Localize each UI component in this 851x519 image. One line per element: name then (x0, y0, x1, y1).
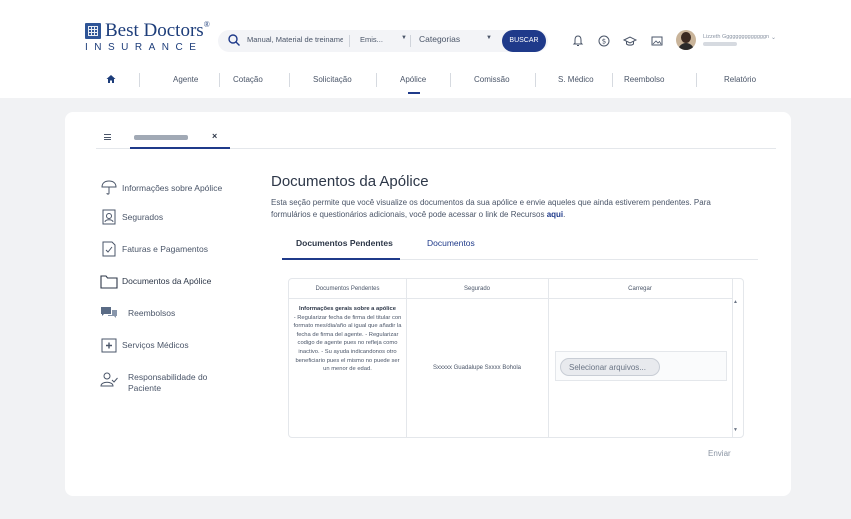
umbrella-icon (101, 180, 117, 195)
nav-item-comissao[interactable]: Comissão (474, 66, 510, 94)
document-tabs: Documentos Pendentes Documentos (282, 236, 758, 260)
user-check-icon (100, 372, 118, 387)
column-header-upload: Carregar (548, 279, 732, 299)
nav-item-cotacao[interactable]: Cotação (233, 66, 263, 94)
main-nav: Agente Cotação Solicitação Apólice Comis… (0, 66, 851, 94)
send-button[interactable]: Enviar (708, 449, 731, 458)
column-divider (548, 279, 549, 437)
dollar-icon[interactable]: $ (596, 33, 612, 49)
sidebar-item-label: Documentos da Apólice (122, 276, 212, 286)
search-divider (410, 35, 411, 47)
sidebar-item-patient-responsibility[interactable]: Responsabilidade do Paciente (100, 366, 270, 400)
file-upload-area[interactable]: Selecionar arquivos... (555, 351, 727, 381)
search-divider (349, 35, 350, 47)
user-square-icon (102, 209, 116, 225)
close-icon[interactable]: × (212, 131, 217, 141)
nav-divider (289, 73, 290, 87)
sidebar-item-label: Serviços Médicos (122, 340, 189, 350)
user-name[interactable]: Lizzeth Ggggggggggggggn (703, 34, 769, 40)
nav-divider (219, 73, 220, 87)
search-button[interactable]: BUSCAR (502, 30, 546, 52)
file-check-icon (102, 241, 116, 257)
user-role-redacted (703, 42, 737, 46)
nav-item-reembolso[interactable]: Reembolso (624, 66, 664, 94)
sidebar-item-policy-documents[interactable]: Documentos da Apólice (100, 270, 270, 292)
sidebar-item-medical-services[interactable]: Serviços Médicos (100, 334, 270, 356)
policy-tab[interactable]: × (130, 127, 230, 149)
scroll-up-arrow[interactable]: ▲ (733, 299, 738, 305)
tab-pending-documents[interactable]: Documentos Pendentes (296, 238, 393, 248)
chevron-down-icon[interactable]: ▼ (401, 35, 407, 41)
sidebar-item-label: Reembolsos (128, 308, 176, 318)
category-select[interactable]: Categorias (419, 34, 460, 44)
graduation-cap-icon[interactable] (622, 33, 638, 49)
select-files-button[interactable]: Selecionar arquivos... (560, 358, 660, 376)
nav-item-apolice[interactable]: Apólice (400, 66, 426, 94)
folder-icon (100, 275, 118, 289)
svg-text:$: $ (602, 38, 606, 46)
scroll-down-arrow[interactable]: ▼ (733, 427, 738, 433)
sidebar-item-policy-info[interactable]: Informações sobre Apólice (100, 177, 270, 199)
nav-divider (612, 73, 613, 87)
chat-bubbles-icon (101, 307, 117, 318)
nav-active-indicator (408, 92, 420, 94)
home-icon[interactable] (106, 74, 116, 84)
nav-item-s-medico[interactable]: S. Médico (558, 66, 594, 94)
sidebar-item-invoices[interactable]: Faturas e Pagamentos (100, 238, 270, 260)
menu-icon[interactable] (104, 134, 111, 140)
nav-divider (696, 73, 697, 87)
chevron-down-icon[interactable]: ▼ (486, 35, 492, 41)
insured-name: Sxxxxx Guadalupe Sxxxx Bohola (432, 365, 522, 371)
search-bar: Manual, Material de treinamento Emis... … (218, 30, 548, 52)
best-doctors-logo[interactable]: Best Doctors® INSURANCE (85, 20, 215, 53)
logo-mark-icon (85, 23, 101, 39)
resources-link[interactable]: aqui (547, 210, 563, 219)
column-header-insured: Segurado (406, 279, 548, 299)
top-header: Best Doctors® INSURANCE Manual, Material… (0, 0, 851, 98)
search-input[interactable]: Manual, Material de treinamento (247, 35, 343, 44)
column-header-pending: Documentos Pendentes (289, 279, 406, 299)
bell-icon[interactable] (570, 33, 586, 49)
nav-divider (139, 73, 140, 87)
logo-name: Best Doctors® (105, 20, 210, 41)
sidebar-item-reimbursements[interactable]: Reembolsos (100, 302, 270, 324)
nav-divider (450, 73, 451, 87)
sidebar-item-label: Segurados (122, 212, 164, 222)
image-icon[interactable] (649, 33, 665, 49)
user-avatar[interactable] (676, 30, 696, 50)
sidebar-item-insured[interactable]: Segurados (100, 206, 270, 228)
logo-subtitle: INSURANCE (85, 42, 203, 53)
nav-item-relatorio[interactable]: Relatório (724, 66, 756, 94)
sidebar-item-label: Responsabilidade do Paciente (128, 372, 208, 393)
sidebar-item-label: Faturas e Pagamentos (122, 244, 208, 254)
nav-item-solicitacao[interactable]: Solicitação (313, 66, 352, 94)
search-icon[interactable] (227, 33, 241, 47)
pending-document-description: Informações gerais sobre a apólice - Reg… (293, 306, 402, 373)
tab-active-indicator (282, 258, 400, 260)
tab-documents[interactable]: Documentos (427, 238, 475, 248)
chevron-down-icon[interactable]: ⌄ (771, 34, 776, 41)
nav-divider (535, 73, 536, 87)
nav-divider (376, 73, 377, 87)
page-title: Documentos da Apólice (271, 173, 429, 190)
pending-documents-table: Documentos Pendentes Segurado Carregar I… (288, 278, 744, 438)
policy-tabbar: × (96, 127, 776, 149)
policy-number-redacted (134, 135, 188, 140)
search-type-select[interactable]: Emis... (360, 35, 383, 44)
sidebar-item-label: Informações sobre Apólice (122, 183, 223, 193)
page-description: Esta seção permite que você visualize os… (271, 198, 711, 219)
medical-plus-icon (101, 338, 117, 353)
nav-item-agente[interactable]: Agente (173, 66, 198, 94)
column-divider (406, 279, 407, 437)
